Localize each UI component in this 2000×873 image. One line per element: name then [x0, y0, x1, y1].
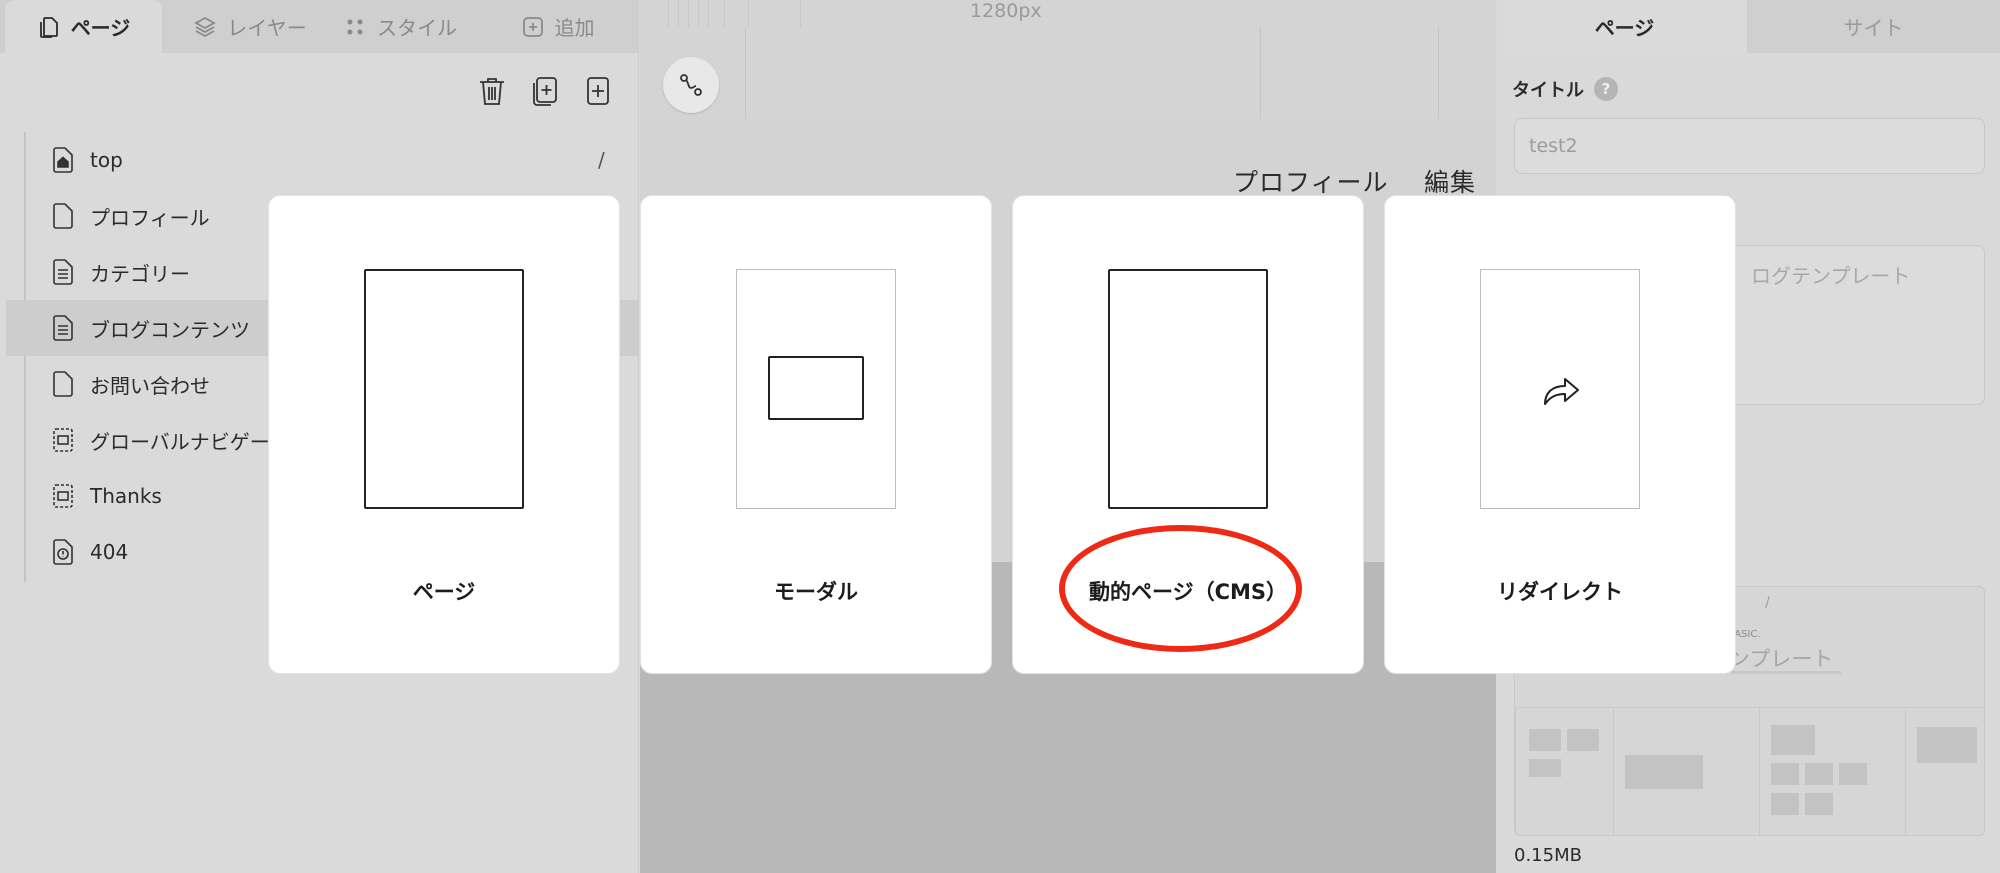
- thumbnail-block: [1805, 793, 1833, 815]
- tab-page-settings[interactable]: ページ: [1502, 0, 1747, 53]
- thumbnail-block: [1625, 755, 1703, 789]
- thumbnail-block: [1917, 727, 1977, 763]
- page-item-top[interactable]: top /: [26, 132, 639, 188]
- style-dots-icon: [347, 19, 363, 34]
- ruler-tick: [688, 0, 689, 27]
- nav-link-profile[interactable]: プロフィール: [1233, 163, 1389, 199]
- pages-icon: [39, 16, 58, 38]
- tab-style-label: スタイル: [377, 16, 457, 40]
- thumbnail-block: [1805, 763, 1833, 785]
- help-icon[interactable]: ?: [1594, 77, 1618, 101]
- canvas-ruler: 1280px: [640, 0, 1496, 27]
- image-file-size: 0.15MB: [1514, 845, 1582, 866]
- plus-square-icon: [522, 16, 543, 37]
- page-type-card-redirect[interactable]: リダイレクト: [1384, 195, 1736, 674]
- duplicate-page-button[interactable]: [528, 74, 561, 107]
- redirect-preview-frame: [1480, 269, 1640, 509]
- add-page-icon: [586, 76, 609, 105]
- tab-layers[interactable]: レイヤー: [175, 0, 325, 53]
- dynamic-page-preview-frame: [1108, 269, 1268, 509]
- page-slug: /: [598, 148, 605, 172]
- blank-page-icon: [53, 203, 73, 229]
- trash-icon: [479, 77, 504, 105]
- add-page-button[interactable]: [581, 74, 614, 107]
- component-icon: [53, 484, 73, 508]
- guide-line: [745, 27, 746, 119]
- component-icon: [53, 428, 73, 452]
- text-page-icon: [53, 315, 73, 341]
- page-actions: [475, 74, 614, 107]
- home-page-icon: [53, 147, 73, 173]
- thumbnail-block: [1839, 763, 1867, 785]
- page-item-label: ブログコンテンツ: [90, 317, 250, 342]
- page-item-label: グローバルナビゲー: [90, 429, 270, 454]
- modal-preview-frame: [736, 269, 896, 509]
- redirect-arrow-icon: [1544, 378, 1579, 405]
- title-input[interactable]: [1514, 118, 1985, 174]
- page-type-label: ページ: [412, 580, 476, 604]
- thumbnail-block: [1771, 725, 1815, 755]
- tab-pages-label: ページ: [70, 16, 131, 40]
- error-page-icon: [53, 539, 73, 565]
- guide-line: [1438, 27, 1439, 119]
- title-field-label: タイトル ?: [1512, 76, 1618, 102]
- page-type-card-modal[interactable]: モーダル: [640, 195, 992, 674]
- tab-pages[interactable]: ページ: [5, 0, 162, 53]
- ruler-tick: [678, 0, 679, 27]
- page-type-label: リダイレクト: [1497, 580, 1623, 604]
- blank-page-icon: [53, 371, 73, 397]
- thumbnail-block: [1567, 729, 1599, 751]
- ruler-tick: [748, 0, 749, 27]
- tab-layers-label: レイヤー: [227, 16, 307, 40]
- ruler-tick: [708, 0, 709, 27]
- tab-site-settings[interactable]: サイト: [1747, 0, 2000, 53]
- page-item-label: プロフィール: [90, 205, 210, 230]
- ruler-tick: [698, 0, 699, 27]
- ruler-tick: [668, 0, 669, 27]
- tab-add-label: 追加: [554, 16, 595, 40]
- tab-add[interactable]: 追加: [505, 0, 610, 53]
- thumbnail-subtitle-line: [1731, 671, 1841, 674]
- page-type-label: モーダル: [774, 580, 858, 604]
- delete-page-button[interactable]: [475, 74, 508, 107]
- guide-line: [1260, 27, 1261, 119]
- thumbnail-block: [1529, 759, 1561, 777]
- text-page-icon: [53, 259, 73, 285]
- page-item-label: 404: [90, 540, 129, 564]
- canvas-toolbar-area: [640, 27, 1496, 119]
- thumbnail-block: [1771, 793, 1799, 815]
- thumbnail-slash: /: [1765, 595, 1770, 611]
- thumbnail-title-text: ンプレート: [1729, 647, 1834, 671]
- page-type-card-dynamic-cms[interactable]: 動的ページ（CMS）: [1012, 195, 1364, 674]
- modal-window-shape: [768, 356, 864, 420]
- path-connector-icon: [680, 74, 702, 96]
- connector-button[interactable]: [663, 57, 719, 113]
- thumbnail-block: [1529, 729, 1561, 751]
- page-type-label: 動的ページ（CMS）: [1088, 580, 1287, 604]
- ruler-tick: [800, 0, 801, 27]
- title-label-text: タイトル: [1512, 80, 1584, 101]
- page-item-label: お問い合わせ: [90, 373, 210, 398]
- ruler-tick: [724, 0, 725, 27]
- viewport-width-label: 1280px: [970, 0, 1042, 22]
- description-text: ログテンプレート: [1751, 264, 1911, 288]
- layers-icon: [194, 16, 217, 37]
- tab-style[interactable]: スタイル: [335, 0, 465, 53]
- page-type-card-page[interactable]: ページ: [268, 195, 620, 674]
- thumbnail-block: [1771, 763, 1799, 785]
- page-item-label: カテゴリー: [90, 261, 190, 286]
- page-item-label: top: [90, 148, 123, 172]
- left-tab-bar: ページ レイヤー スタイル 追加: [0, 0, 639, 53]
- page-item-label: Thanks: [90, 484, 162, 508]
- page-preview-frame: [364, 269, 524, 509]
- duplicate-icon: [532, 76, 557, 106]
